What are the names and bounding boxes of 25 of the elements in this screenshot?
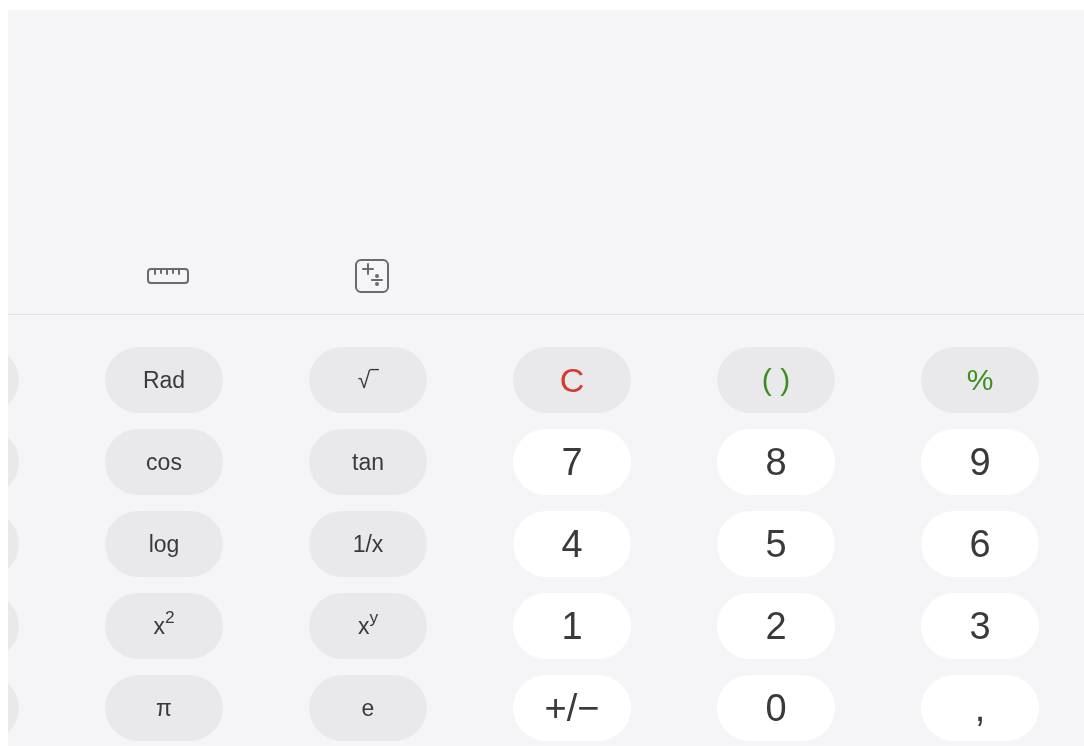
key-button[interactable]: π	[105, 675, 223, 741]
plus-divide-icon[interactable]	[354, 258, 390, 294]
key-button[interactable]: 9	[921, 429, 1039, 495]
key-button[interactable]: cos	[105, 429, 223, 495]
key-button[interactable]: 7	[513, 429, 631, 495]
ruler-icon[interactable]	[146, 265, 190, 287]
key-button[interactable]: log	[105, 511, 223, 577]
key-button[interactable]: 1	[513, 593, 631, 659]
key-button[interactable]: 5	[717, 511, 835, 577]
key-button[interactable]: 1/x	[309, 511, 427, 577]
key-button[interactable]: 0	[717, 675, 835, 741]
key-button[interactable]: 6	[921, 511, 1039, 577]
key-button[interactable]: 4	[513, 511, 631, 577]
key-button[interactable]: x$^{y}$	[309, 593, 427, 659]
key-button[interactable]: 2	[717, 593, 835, 659]
key-button[interactable]: 3	[921, 593, 1039, 659]
key-button[interactable]: ,	[921, 675, 1039, 741]
key-button[interactable]: C	[513, 347, 631, 413]
key-button[interactable]: 8	[717, 429, 835, 495]
key-button[interactable]: tan	[309, 429, 427, 495]
key-button[interactable]: x$^{2}$	[105, 593, 223, 659]
key-button[interactable]: e	[309, 675, 427, 741]
key-button[interactable]: +/−	[513, 675, 631, 741]
key-button[interactable]: √‾	[309, 347, 427, 413]
key-button[interactable]: Rad	[105, 347, 223, 413]
